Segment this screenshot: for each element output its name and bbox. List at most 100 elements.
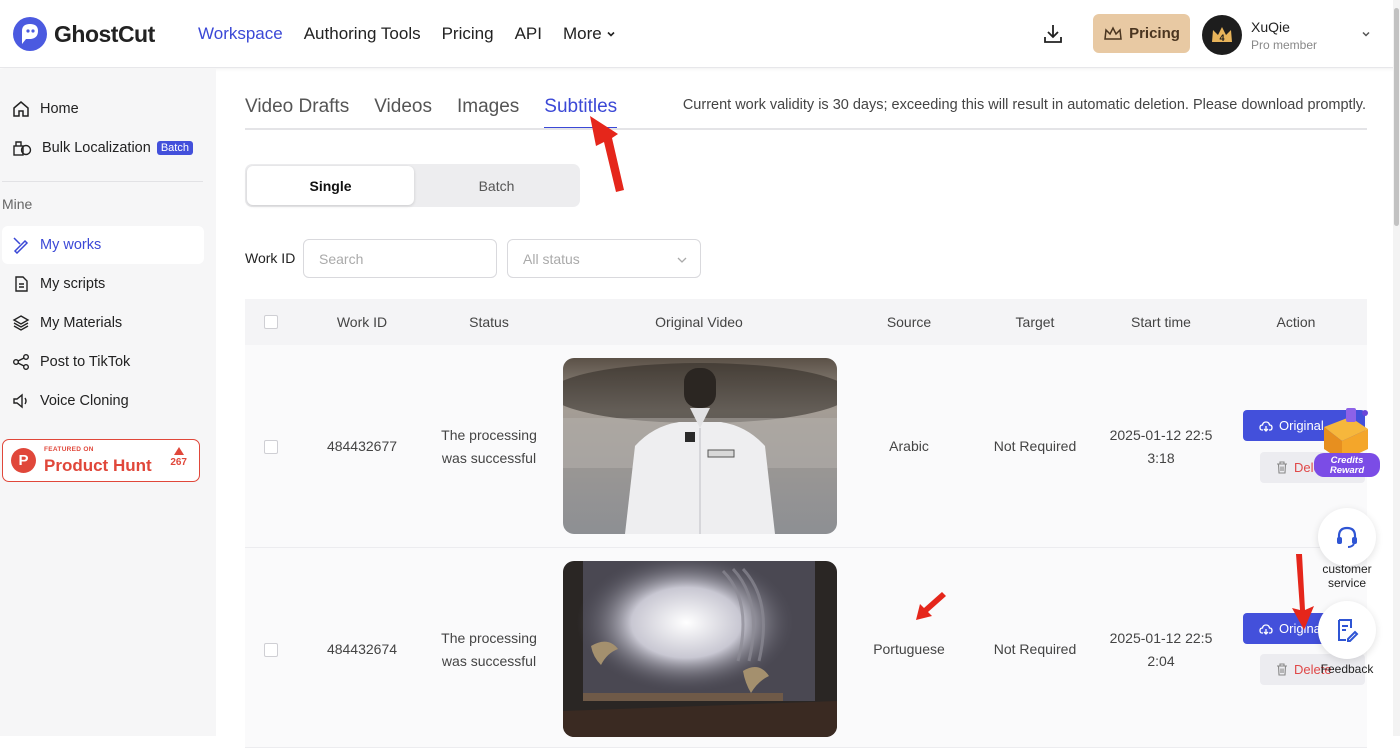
start-time-line-1: 2025-01-12 22:5 <box>1109 427 1213 443</box>
col-target: Target <box>1015 314 1055 330</box>
tab-video-drafts[interactable]: Video Drafts <box>245 96 349 130</box>
tabs-divider <box>245 128 1367 130</box>
brand-name: GhostCut <box>54 20 155 47</box>
sidebar-item-post-to-tiktok[interactable]: Post to TikTok <box>2 343 204 381</box>
row-checkbox[interactable] <box>264 643 278 657</box>
chevron-down-icon <box>677 257 687 263</box>
table-row: 484432677 The processing was successful … <box>245 345 1367 548</box>
validity-notice: Current work validity is 30 days; exceed… <box>682 97 1366 113</box>
status-text: The processing was successful <box>425 627 553 673</box>
work-id-label: Work ID <box>245 250 296 266</box>
chevron-down-icon <box>1362 31 1370 37</box>
page-scrollbar-thumb[interactable] <box>1394 8 1399 226</box>
sidebar-item-label: My Materials <box>40 315 123 331</box>
speaker-icon <box>13 393 27 409</box>
user-name: XuQie <box>1251 19 1290 35</box>
sidebar-divider <box>2 181 203 182</box>
segment-single[interactable]: Single <box>247 166 414 205</box>
status-line-2: was successful <box>441 450 537 466</box>
share-icon <box>13 354 29 370</box>
col-action: Action <box>1276 314 1316 330</box>
nav-more[interactable]: More <box>563 24 617 44</box>
ghostcut-logo[interactable]: GhostCut <box>12 16 155 52</box>
table-header: Work ID Status Original Video Source Tar… <box>245 299 1367 345</box>
product-hunt-badge[interactable]: P FEATURED ON Product Hunt 267 <box>2 439 200 482</box>
col-start-time: Start time <box>1131 314 1191 330</box>
ghost-logo-icon <box>13 17 47 51</box>
home-icon <box>13 101 29 117</box>
crown-icon <box>1104 25 1122 40</box>
avatar-level: 4 <box>1219 33 1224 43</box>
download-button[interactable] <box>1042 22 1064 46</box>
source-language: Arabic <box>889 438 929 454</box>
status-line-1: The processing <box>441 427 537 443</box>
sidebar-item-my-materials[interactable]: My Materials <box>2 304 204 342</box>
nav-pricing[interactable]: Pricing <box>442 24 494 44</box>
localization-icon <box>13 141 32 156</box>
annotation-arrow-icon <box>916 592 946 620</box>
product-hunt-name: Product Hunt <box>44 455 152 475</box>
trash-icon <box>1277 663 1287 676</box>
status-select[interactable]: All status <box>507 239 701 278</box>
cloud-download-icon <box>1259 420 1273 432</box>
headset-icon <box>1337 526 1357 548</box>
table-row: 484432674 The processing was successful … <box>245 548 1367 748</box>
col-source: Source <box>886 314 932 330</box>
sidebar-item-my-scripts[interactable]: My scripts <box>2 265 204 303</box>
main-nav: Workspace Authoring Tools Pricing API Mo… <box>198 24 638 44</box>
cloud-download-icon <box>1259 623 1273 635</box>
top-header: GhostCut Workspace Authoring Tools Prici… <box>0 0 1400 68</box>
credits-label-line-2: Reward <box>1330 465 1365 476</box>
row-checkbox[interactable] <box>264 440 278 454</box>
upvote-triangle-icon <box>173 447 184 455</box>
product-hunt-icon: P <box>11 448 36 473</box>
select-all-checkbox[interactable] <box>264 315 278 329</box>
product-hunt-votes: 267 <box>170 457 187 468</box>
feedback-button[interactable] <box>1318 601 1376 659</box>
trash-icon <box>1277 461 1287 474</box>
video-thumbnail[interactable] <box>563 358 837 534</box>
sidebar-item-label: My works <box>40 237 102 253</box>
start-time-line-2: 3:18 <box>1147 450 1175 466</box>
pricing-button[interactable]: Pricing <box>1093 14 1190 53</box>
sidebar-item-my-works[interactable]: My works <box>2 226 204 264</box>
tab-images[interactable]: Images <box>457 96 519 130</box>
video-thumbnail[interactable] <box>563 561 837 737</box>
sidebar-section-mine: Mine <box>2 196 33 212</box>
document-icon <box>15 276 28 292</box>
segment-batch[interactable]: Batch <box>413 166 580 205</box>
status-line-2: was successful <box>441 653 537 669</box>
sidebar-item-home[interactable]: Home <box>2 90 204 128</box>
chevron-down-icon <box>607 31 615 37</box>
sidebar-item-voice-cloning[interactable]: Voice Cloning <box>2 382 204 420</box>
credits-reward-widget[interactable]: Credits Reward <box>1310 405 1382 479</box>
start-time-line-1: 2025-01-12 22:5 <box>1109 630 1213 646</box>
nav-workspace[interactable]: Workspace <box>198 24 283 44</box>
work-id-search-input[interactable] <box>303 239 497 278</box>
sidebar-item-label: Post to TikTok <box>40 354 131 370</box>
feedback-label: Feedback <box>1320 662 1374 676</box>
crown-badge-icon: 4 <box>1212 27 1232 43</box>
feedback-edit-icon <box>1338 619 1359 642</box>
user-menu-chevron[interactable] <box>1360 28 1372 40</box>
nav-authoring-tools[interactable]: Authoring Tools <box>304 24 421 44</box>
sidebar-item-bulk-localization[interactable]: Bulk Localization Batch <box>2 129 204 167</box>
pen-ruler-icon <box>13 237 29 254</box>
avatar[interactable]: 4 <box>1202 15 1242 55</box>
tab-videos[interactable]: Videos <box>374 96 432 130</box>
sidebar-item-label: Voice Cloning <box>40 393 129 409</box>
pricing-button-label: Pricing <box>1129 25 1180 42</box>
video-thumbnail-image <box>563 561 837 737</box>
nav-api[interactable]: API <box>515 24 542 44</box>
annotation-arrow-icon <box>590 116 624 192</box>
video-thumbnail-image <box>563 358 837 534</box>
gift-box-icon: Credits Reward <box>1314 408 1380 477</box>
customer-service-button[interactable] <box>1318 508 1376 566</box>
work-id: 484432674 <box>326 641 398 657</box>
layers-icon <box>12 315 30 331</box>
target-language: Not Required <box>993 641 1077 657</box>
work-id: 484432677 <box>326 438 398 454</box>
start-time: 2025-01-12 22:5 3:18 <box>1101 424 1221 470</box>
start-time: 2025-01-12 22:5 2:04 <box>1101 627 1221 673</box>
col-work-id: Work ID <box>336 314 388 330</box>
